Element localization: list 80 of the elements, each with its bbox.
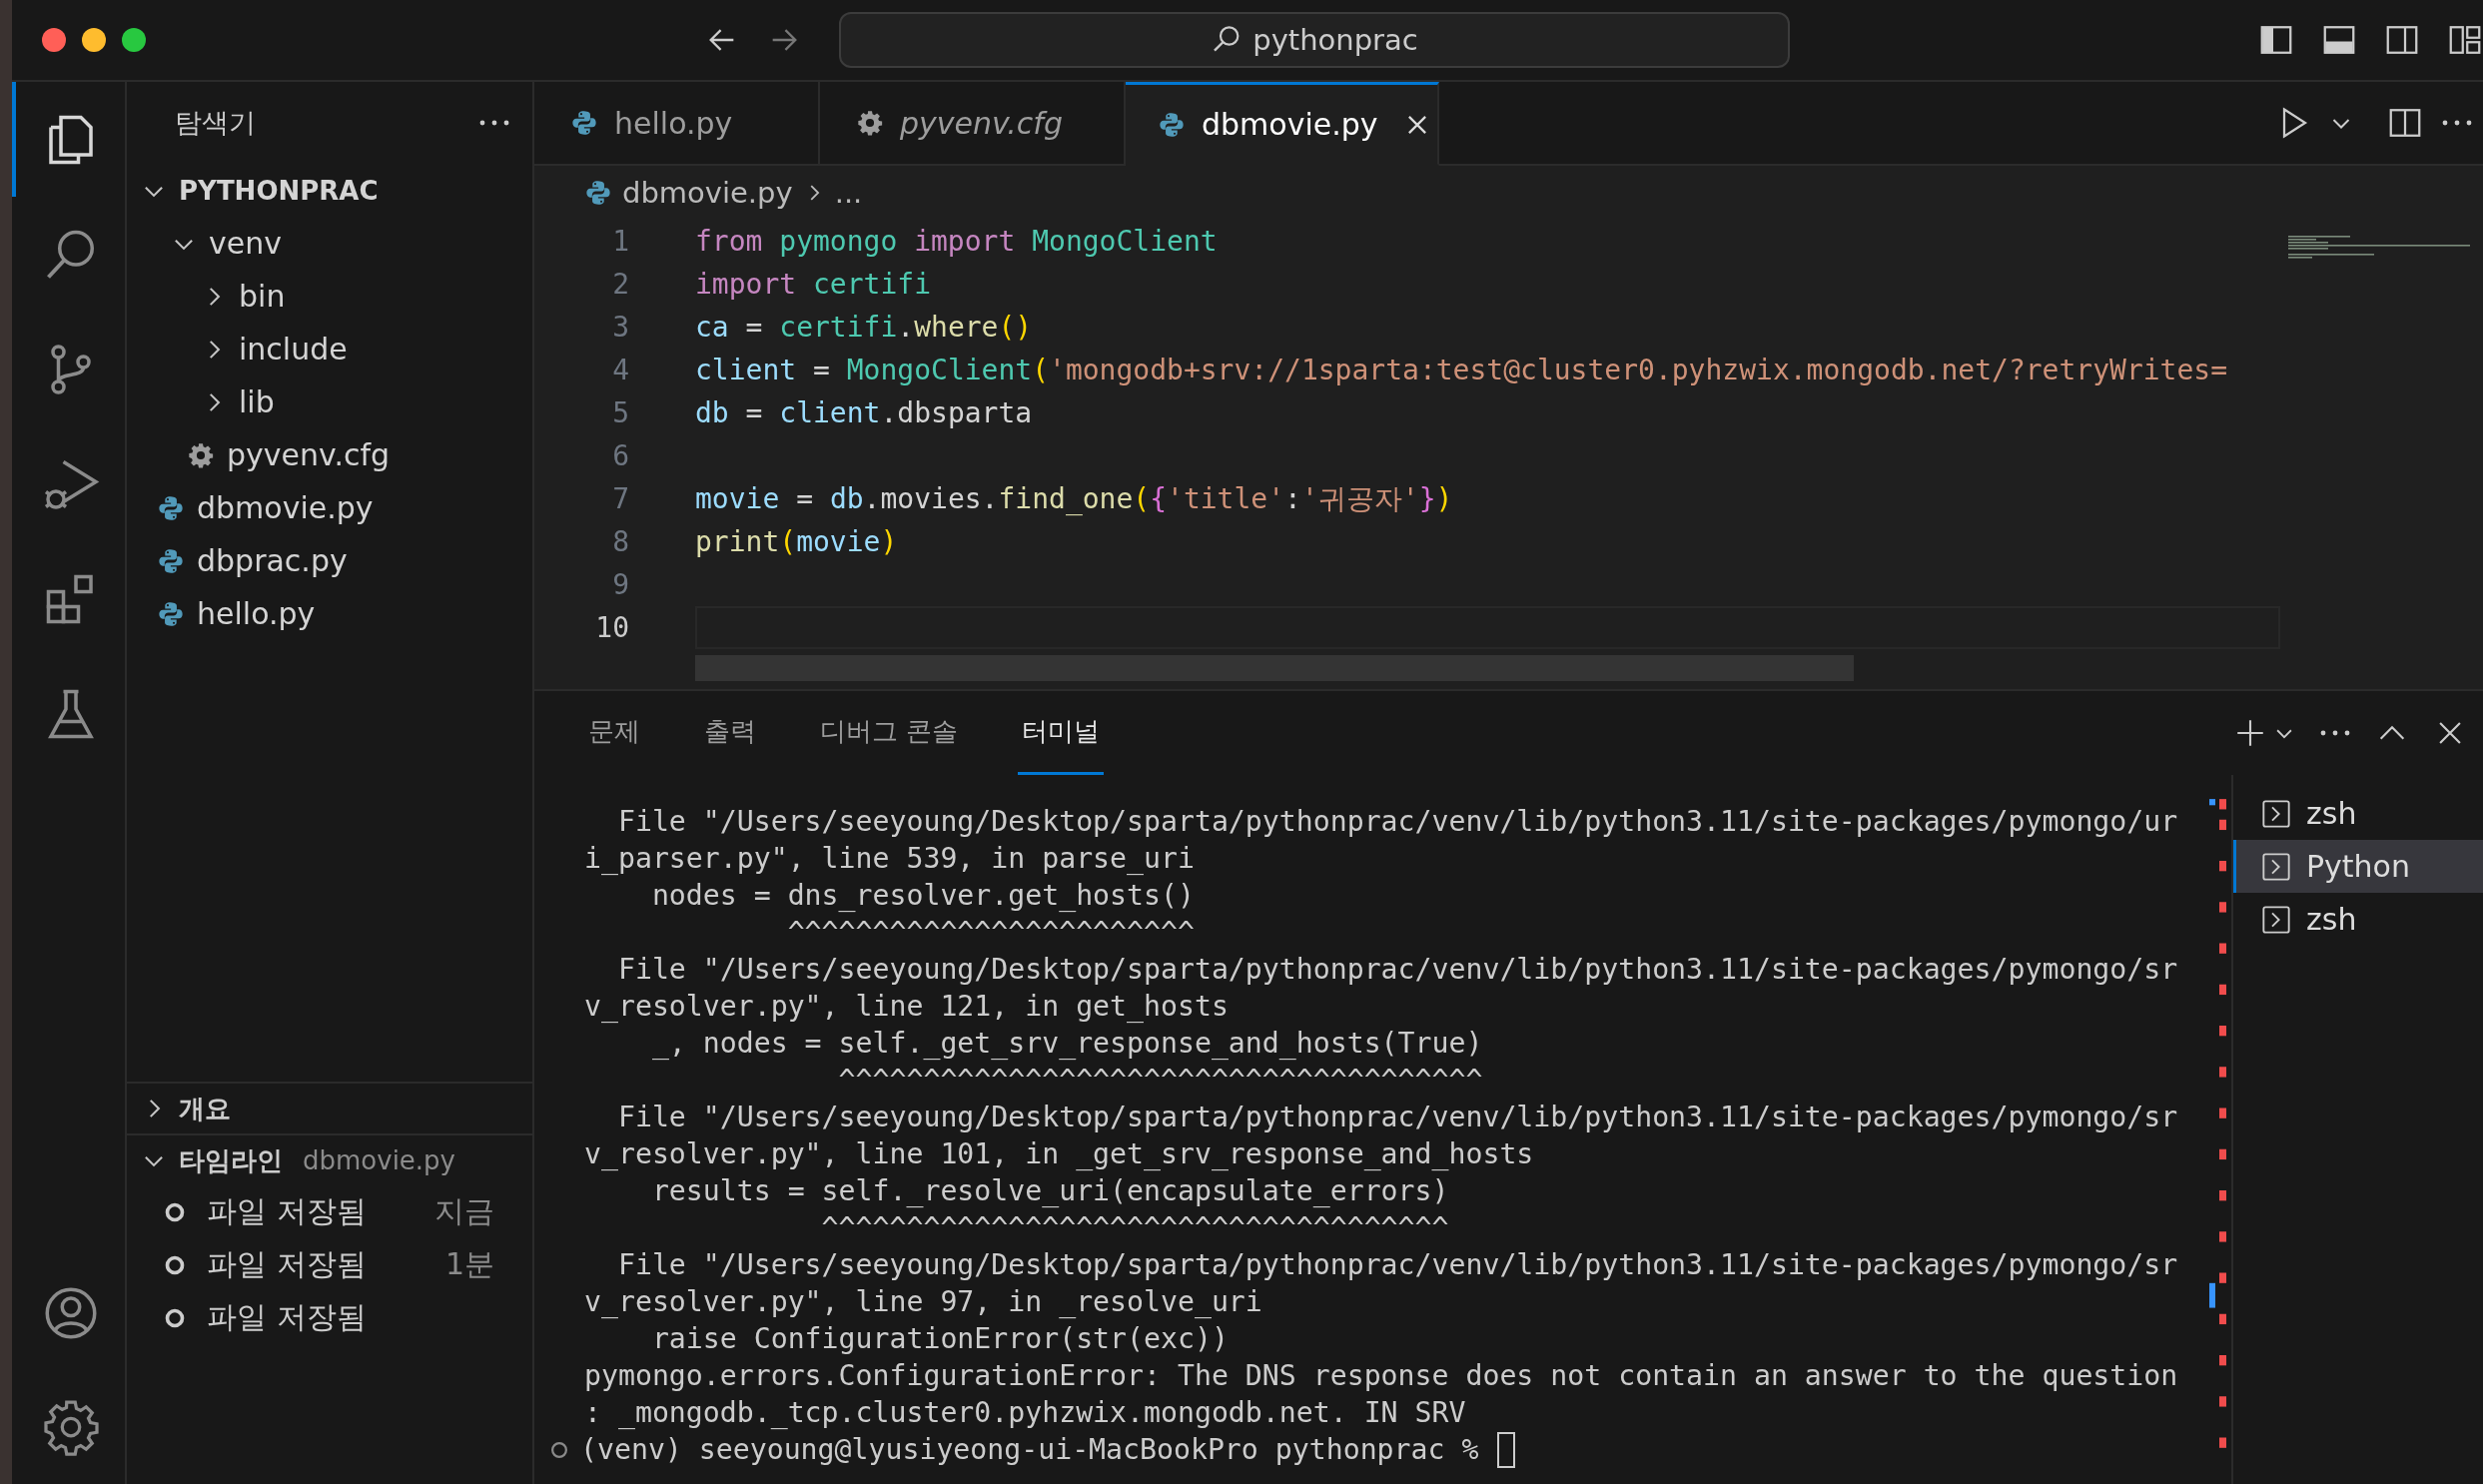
editor-tab[interactable]: dbmovie.py (1126, 82, 1439, 166)
python-file-icon (570, 109, 598, 137)
terminal-icon (2260, 797, 2292, 830)
folder-heading[interactable]: PYTHONPRAC (179, 175, 379, 206)
terminal-line: results = self._resolve_uri(encapsulate_errors) (650, 1173, 1450, 1209)
close-window-icon[interactable] (42, 28, 66, 52)
tree-item[interactable]: lib (239, 384, 275, 419)
terminal-line: v_resolver.py", line 121, in get_hosts (584, 989, 1230, 1025)
tree-item[interactable]: dbprac.py (197, 543, 348, 578)
panel-tab[interactable]: 터미널 (1018, 691, 1105, 775)
code-line: import certifi (695, 268, 932, 301)
terminal-line: File "/Users/seeyoung/Desktop/sparta/pythonprac/venv/lib/python3.11/site-packages/pymongo/sr (616, 1100, 2179, 1135)
maximize-window-icon[interactable] (122, 28, 146, 52)
command-search-field[interactable]: pythonprac (839, 12, 1790, 68)
section-heading[interactable]: 타임라인 (179, 1142, 283, 1178)
line-number: 5 (611, 396, 629, 429)
section-heading[interactable]: 개요 (179, 1091, 231, 1126)
line-number: 9 (611, 568, 629, 601)
terminal-line: File "/Users/seeyoung/Desktop/sparta/pythonprac/venv/lib/python3.11/site-packages/pymongo/ur (616, 804, 2179, 840)
timeline-entry[interactable]: 파일 저장됨 (207, 1297, 532, 1338)
terminal-line: raise ConfigurationError(str(exc)) (650, 1321, 1230, 1357)
tree-item[interactable]: pyvenv.cfg (227, 437, 391, 472)
terminal-icon (2260, 850, 2292, 883)
line-number: 10 (594, 611, 629, 644)
terminal-line: : _mongodb._tcp.cluster0.pyhzwix.mongodb.net. IN SRV (584, 1395, 1467, 1431)
breadcrumb-item[interactable]: dbmovie.py (622, 176, 793, 210)
terminal-cursor (1497, 1431, 1516, 1468)
line-number: 6 (611, 439, 629, 472)
terminal-prompt: (venv) seeyoung@lyusiyeong-ui-MacBookPro pythonprac % (580, 1432, 1480, 1468)
timestamp: 지금 (434, 1192, 495, 1230)
terminal-line: v_resolver.py", line 97, in _resolve_uri (584, 1284, 1263, 1320)
terminal-line: i_parser.py", line 539, in parse_uri (584, 841, 1196, 877)
code-line: movie = db.movies.find_one({'title':'귀공자'}) (695, 480, 1453, 517)
timestamp: 1분 (444, 1245, 495, 1283)
terminal-line: pymongo.errors.ConfigurationError: The DNS response does not contain an answer to the question (584, 1358, 2179, 1394)
code-line: print(movie) (695, 525, 898, 558)
timeline-entry[interactable]: 파일 저장됨 (207, 1191, 414, 1232)
terminal-line: _, nodes = self._get_srv_response_and_hosts(True) (650, 1026, 1484, 1062)
python-file-icon (157, 546, 185, 575)
line-number: 2 (611, 268, 629, 301)
terminal-line: ^^^^^^^^^^^^^^^^^^^^^^^^^^^^^^^^^^^^^^ (837, 1063, 1484, 1099)
terminal-line: ^^^^^^^^^^^^^^^^^^^^^^^^ (786, 915, 1196, 951)
python-file-icon (584, 179, 612, 207)
line-number: 7 (611, 482, 629, 515)
python-file-icon (157, 599, 185, 628)
timeline-entry[interactable]: 파일 저장됨 (207, 1244, 425, 1285)
sidebar-title: 탐색기 (175, 106, 256, 140)
panel-tab[interactable]: 출력 (700, 691, 760, 775)
terminal-line: v_resolver.py", line 101, in _get_srv_response_and_hosts (584, 1136, 1535, 1172)
terminal-icon (2260, 903, 2292, 936)
editor-tab[interactable]: hello.py (534, 82, 820, 166)
python-file-icon (1158, 110, 1186, 139)
terminal-tab[interactable]: zsh (2233, 787, 2483, 840)
panel-tab[interactable]: 문제 (584, 691, 644, 775)
terminal-line: File "/Users/seeyoung/Desktop/sparta/pythonprac/venv/lib/python3.11/site-packages/pymongo/sr (616, 1247, 2179, 1283)
gear-icon (856, 109, 884, 137)
terminal-tab[interactable]: zsh (2233, 893, 2483, 946)
panel-tab[interactable]: 디버그 콘솔 (816, 691, 963, 775)
code-line: db = client.dbsparta (695, 396, 1033, 429)
python-file-icon (157, 493, 185, 522)
minimize-window-icon[interactable] (82, 28, 106, 52)
line-number: 3 (611, 311, 629, 344)
line-number: 4 (611, 354, 629, 386)
tree-item[interactable]: dbmovie.py (197, 490, 374, 525)
line-number: 8 (611, 525, 629, 558)
file-name: dbmovie.py (303, 1145, 455, 1175)
tree-item[interactable]: include (239, 332, 348, 367)
code-line: ca = certifi.where() (695, 311, 1033, 344)
terminal-tab[interactable]: Python (2233, 840, 2483, 893)
tree-item[interactable]: venv (209, 226, 282, 261)
line-number: 1 (611, 225, 629, 258)
tree-item[interactable]: hello.py (197, 596, 316, 631)
terminal-line: nodes = dns_resolver.get_hosts() (650, 878, 1196, 914)
gear-icon (187, 440, 215, 469)
terminal-line: File "/Users/seeyoung/Desktop/sparta/pythonprac/venv/lib/python3.11/site-packages/pymongo/sr (616, 952, 2179, 988)
code-line: from pymongo import MongoClient (695, 225, 1218, 258)
tree-item[interactable]: bin (239, 279, 286, 314)
terminal-line: ^^^^^^^^^^^^^^^^^^^^^^^^^^^^^^^^^^^^^ (820, 1210, 1450, 1246)
breadcrumb-item[interactable]: ... (834, 176, 863, 210)
code-line: client = MongoClient('mongodb+srv://1sparta:test@cluster0.pyhzwix.mongodb.net/?retryWrites= (695, 354, 2228, 386)
